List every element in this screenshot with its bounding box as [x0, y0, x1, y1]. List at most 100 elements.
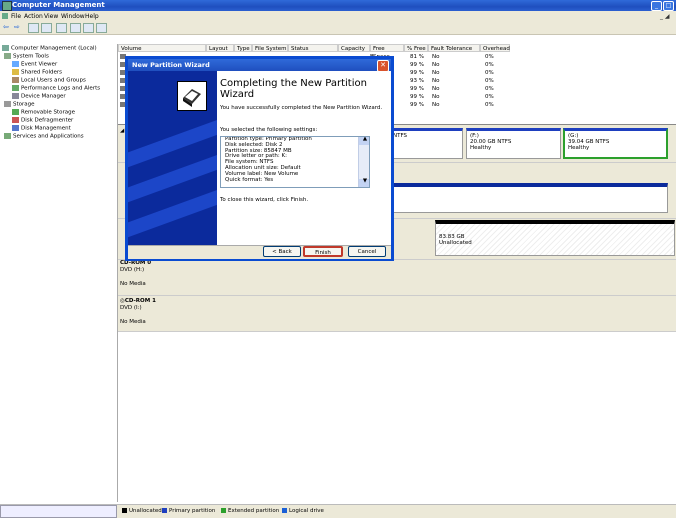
event-viewer-icon: [12, 61, 19, 67]
computer-management-icon: [2, 1, 12, 11]
view-icon[interactable]: [96, 23, 107, 33]
menu-window[interactable]: Window: [61, 13, 85, 20]
tree-item-shared-folders[interactable]: Shared Folders: [12, 69, 62, 76]
show-hide-tree-icon[interactable]: [41, 23, 52, 33]
tree-item-performance-logs[interactable]: Performance Logs and Alerts: [12, 85, 100, 92]
volume-cell: 0%: [485, 54, 494, 60]
wizard-disk-icon: [177, 81, 207, 111]
menu-file[interactable]: File: [11, 13, 21, 20]
system-menu-icon[interactable]: [2, 13, 8, 19]
wizard-banner: [128, 71, 217, 245]
close-instruction: To close this wizard, click Finish.: [220, 197, 309, 203]
tree-item-computer-management[interactable]: Computer Management (Local): [2, 45, 97, 52]
window-title: Computer Management: [12, 1, 105, 9]
disk-management-icon: [12, 125, 19, 131]
tree-item-disk-management[interactable]: Disk Management: [12, 125, 71, 132]
back-button[interactable]: < Back: [263, 246, 301, 257]
legend-primary: Primary partition: [162, 508, 215, 514]
partition-f[interactable]: (F:) 20.00 GB NTFS Healthy: [466, 128, 561, 159]
storage-icon: [4, 101, 11, 107]
dialog-title: New Partition Wizard: [132, 61, 210, 69]
menu-action[interactable]: Action: [24, 13, 43, 20]
settings-list: Partition type: Primary partition Disk se…: [221, 137, 369, 183]
cdrom-0-title: CD-ROM 0: [120, 260, 152, 266]
partition-g[interactable]: (G:) 39.04 GB NTFS Healthy: [563, 128, 668, 159]
tree-item-storage[interactable]: Storage: [4, 101, 35, 108]
window-titlebar: Computer Management _ □: [0, 0, 676, 11]
partition-unallocated[interactable]: 83.83 GB Unallocated: [435, 220, 675, 256]
tools-icon: [4, 53, 11, 59]
minimize-button[interactable]: _: [651, 1, 662, 11]
cdrom-0-drive: DVD (H:): [120, 267, 145, 273]
volume-cell: 93 %: [410, 78, 424, 84]
legend-logical: Logical drive: [282, 508, 324, 514]
column-header-free-space[interactable]: Free Space: [370, 44, 404, 60]
volume-cell: 0%: [485, 78, 494, 84]
partition-disk2[interactable]: [389, 183, 668, 213]
column-header-layout[interactable]: Layout: [206, 44, 234, 52]
help-icon[interactable]: [70, 23, 81, 33]
services-icon: [4, 133, 11, 139]
column-header-fault-tolerance[interactable]: Fault Tolerance: [428, 44, 480, 52]
settings-icon[interactable]: [83, 23, 94, 33]
up-folder-icon[interactable]: [28, 23, 39, 33]
volume-cell: 0%: [485, 62, 494, 68]
tree-item-removable-storage[interactable]: Removable Storage: [12, 109, 75, 116]
column-header-percent-free[interactable]: % Free: [404, 44, 428, 52]
volume-cell: 0%: [485, 94, 494, 100]
tree-item-services-applications[interactable]: Services and Applications: [4, 133, 84, 140]
volume-cell: 99 %: [410, 70, 424, 76]
cdrom-1-row: ◎CD-ROM 1 DVD (I:) No Media: [118, 296, 676, 332]
folder-icon: [12, 69, 19, 75]
cancel-button[interactable]: Cancel: [348, 246, 386, 257]
volume-cell: No: [432, 94, 440, 100]
scroll-up-icon[interactable]: ▲: [359, 137, 369, 145]
summary-scrollbar[interactable]: ▲ ▼: [358, 137, 369, 187]
cdrom-1-drive: DVD (I:): [120, 305, 142, 311]
finish-button[interactable]: Finish: [303, 246, 343, 257]
volume-cell: No: [432, 78, 440, 84]
tree-item-device-manager[interactable]: Device Manager: [12, 93, 66, 100]
success-text: You have successfully completed the New …: [220, 105, 383, 111]
legend-swatch-primary: [162, 508, 167, 513]
menu-view[interactable]: View: [44, 13, 58, 20]
toolbar: ⇦ ⇨: [0, 21, 676, 35]
column-header-capacity[interactable]: Capacity: [338, 44, 370, 52]
tree-item-event-viewer[interactable]: Event Viewer: [12, 61, 57, 68]
properties-icon[interactable]: [56, 23, 67, 33]
volume-cell: No: [432, 102, 440, 108]
defragmenter-icon: [12, 117, 19, 123]
partition-ntfs[interactable]: NTFS: [389, 128, 463, 159]
column-header-type[interactable]: Type: [234, 44, 252, 52]
menu-help[interactable]: Help: [85, 13, 99, 20]
tree-item-local-users[interactable]: Local Users and Groups: [12, 77, 86, 84]
forward-arrow-icon[interactable]: ⇨: [14, 23, 23, 31]
volume-cell: 81 %: [410, 54, 424, 60]
cdrom-0-row: CD-ROM 0 DVD (H:) No Media: [118, 260, 676, 296]
disk-label-1: ◢: [120, 128, 125, 134]
cdrom-1-title: ◎CD-ROM 1: [120, 298, 156, 304]
volume-cell: 99 %: [410, 94, 424, 100]
column-header-status[interactable]: Status: [288, 44, 338, 52]
scroll-down-icon[interactable]: ▼: [359, 178, 369, 187]
settings-summary-box[interactable]: Partition type: Primary partition Disk se…: [220, 136, 370, 188]
volume-cell: 99 %: [410, 62, 424, 68]
volume-cell: 99 %: [410, 102, 424, 108]
selected-settings-label: You selected the following settings:: [220, 127, 318, 133]
tree-item-disk-defragmenter[interactable]: Disk Defragmenter: [12, 117, 73, 124]
tree-item-system-tools[interactable]: System Tools: [4, 53, 49, 60]
maximize-button[interactable]: □: [663, 1, 674, 11]
volume-cell: No: [432, 70, 440, 76]
computer-icon: [2, 45, 9, 51]
column-header-file-system[interactable]: File System: [252, 44, 288, 52]
device-manager-icon: [12, 93, 19, 99]
back-arrow-icon[interactable]: ⇦: [3, 23, 12, 31]
column-header-volume[interactable]: Volume: [118, 44, 206, 52]
column-header-overhead[interactable]: Overhead: [480, 44, 510, 52]
mdi-controls-icon[interactable]: _ ◢: [660, 13, 670, 20]
legend-swatch-extended: [221, 508, 226, 513]
tree-horizontal-scrollbar[interactable]: [0, 505, 117, 518]
volume-cell: No: [432, 62, 440, 68]
legend-extended: Extended partition: [221, 508, 279, 514]
volume-cell: 0%: [485, 86, 494, 92]
